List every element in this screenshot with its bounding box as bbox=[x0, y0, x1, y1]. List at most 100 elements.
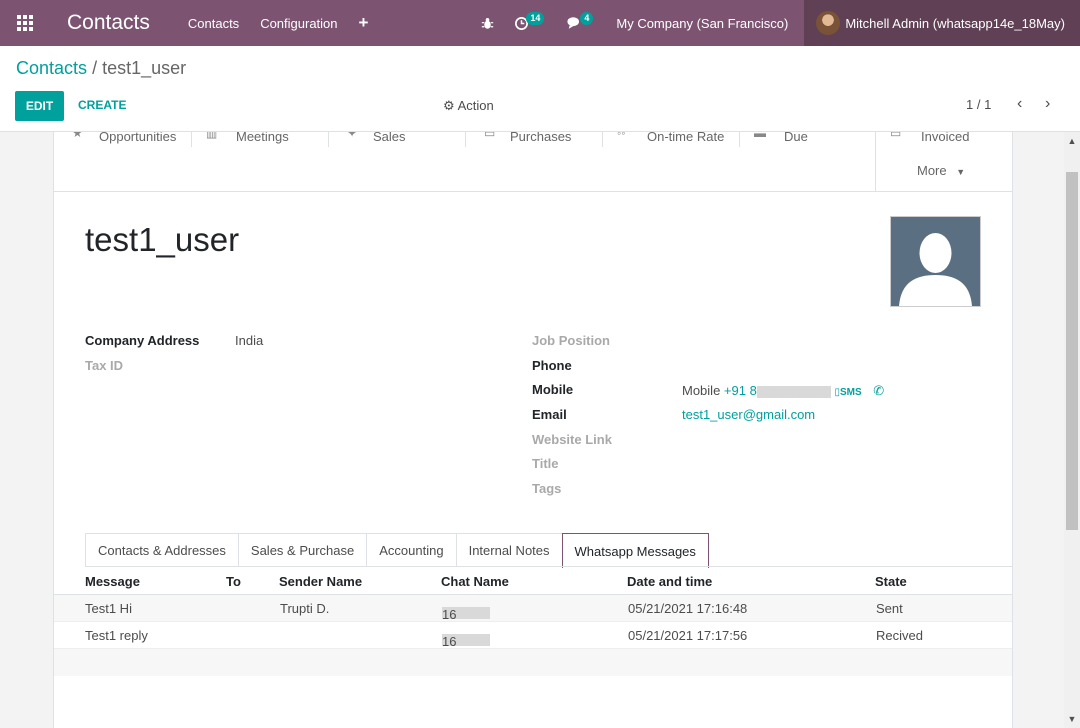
pager-value[interactable]: 1 / 1 bbox=[966, 97, 991, 112]
smart-button-label: Due bbox=[784, 132, 808, 144]
debug-bug-icon[interactable] bbox=[481, 17, 494, 30]
cell-state: Recived bbox=[876, 628, 923, 643]
smart-button-opportunities[interactable]: ★ Opportunities bbox=[68, 132, 192, 147]
breadcrumb-current: test1_user bbox=[102, 58, 187, 78]
messages-chat-icon[interactable]: 4 bbox=[567, 11, 596, 30]
more-dropdown-button[interactable]: More ▼ bbox=[917, 163, 965, 178]
pencil-square-icon: ▬ bbox=[754, 132, 766, 140]
truck-icon: ◦◦ bbox=[617, 132, 626, 140]
whatsapp-icon[interactable]: ✆ bbox=[873, 383, 884, 398]
chat-suffix: 16 bbox=[442, 634, 457, 649]
column-header-state[interactable]: State bbox=[875, 574, 907, 589]
invoice-icon: ▭ bbox=[890, 132, 902, 140]
form-scroll-area: ★ Opportunities ▥ Meetings ✦ Sales ▭ Pur… bbox=[0, 132, 1064, 728]
vertical-scrollbar[interactable]: ▲ ▼ bbox=[1064, 132, 1080, 728]
company-switcher[interactable]: My Company (San Francisco) bbox=[616, 16, 788, 31]
form-sheet: ★ Opportunities ▥ Meetings ✦ Sales ▭ Pur… bbox=[53, 132, 1013, 728]
smart-button-meetings[interactable]: ▥ Meetings bbox=[192, 132, 329, 147]
gear-icon: ⚙ bbox=[443, 98, 455, 113]
scroll-down-arrow-icon[interactable]: ▼ bbox=[1064, 710, 1080, 728]
table-empty-row bbox=[54, 649, 1012, 676]
mobile-label: Mobile bbox=[532, 382, 574, 397]
table-row[interactable]: Test1 reply +91 8216 05/21/2021 17:17:56… bbox=[54, 622, 1012, 649]
smart-button-invoiced[interactable]: Invoiced bbox=[921, 132, 969, 144]
breadcrumb: Contacts / test1_user bbox=[16, 58, 186, 79]
website-label: Website Link bbox=[532, 432, 612, 447]
column-header-to[interactable]: To bbox=[226, 574, 241, 589]
more-label: More bbox=[917, 163, 947, 178]
partner-avatar-placeholder[interactable] bbox=[890, 216, 981, 307]
smart-button-label: Sales bbox=[373, 132, 406, 144]
activity-count-badge: 14 bbox=[526, 11, 545, 25]
user-menu[interactable]: Mitchell Admin (whatsapp14e_18May) bbox=[804, 0, 1080, 46]
smart-button-label: On-time Rate bbox=[647, 132, 725, 144]
credit-card-icon: ▭ bbox=[484, 132, 496, 140]
mobile-prefix-text: Mobile bbox=[682, 383, 721, 398]
pager-next-chevron-right-icon[interactable]: › bbox=[1045, 95, 1050, 113]
title-label: Title bbox=[532, 456, 559, 471]
tags-label: Tags bbox=[532, 481, 562, 496]
control-panel: Contacts / test1_user EDIT CREATE ⚙ Acti… bbox=[0, 46, 1080, 132]
tab-accounting[interactable]: Accounting bbox=[366, 533, 457, 567]
star-icon: ★ bbox=[72, 132, 83, 140]
email-value-link[interactable]: test1_user@gmail.com bbox=[682, 407, 815, 422]
smart-button-purchases[interactable]: ▭ Purchases bbox=[466, 132, 603, 147]
apps-grid-icon bbox=[17, 15, 33, 31]
calendar-icon: ▥ bbox=[206, 132, 218, 140]
edit-button[interactable]: EDIT bbox=[15, 91, 64, 121]
user-avatar bbox=[816, 11, 841, 35]
column-header-chat-name[interactable]: Chat Name bbox=[441, 574, 509, 589]
tab-whatsapp-messages[interactable]: Whatsapp Messages bbox=[561, 533, 709, 568]
activity-clock-icon[interactable]: 14 bbox=[514, 11, 547, 31]
pager-previous-chevron-left-icon[interactable]: ‹ bbox=[1017, 95, 1022, 113]
app-brand[interactable]: Contacts bbox=[67, 11, 150, 35]
tab-internal-notes[interactable]: Internal Notes bbox=[455, 533, 563, 567]
sms-button[interactable]: ▯SMS bbox=[834, 387, 861, 398]
sms-label: SMS bbox=[839, 387, 862, 398]
systray: 14 4 My Company (San Francisco) Mitchell… bbox=[481, 0, 1080, 46]
phone-label: Phone bbox=[532, 358, 572, 373]
column-header-sender-name[interactable]: Sender Name bbox=[279, 574, 362, 589]
column-header-date-time[interactable]: Date and time bbox=[627, 574, 712, 589]
table-row[interactable]: Test1 Hi Trupti D. +91 8216 05/21/2021 1… bbox=[54, 595, 1012, 622]
table-header: Message To Sender Name Chat Name Date an… bbox=[54, 567, 1012, 595]
tab-sales-purchase[interactable]: Sales & Purchase bbox=[237, 533, 368, 567]
messages-count-badge: 4 bbox=[580, 11, 594, 25]
job-position-label: Job Position bbox=[532, 333, 610, 348]
partner-name-title: test1_user bbox=[85, 221, 240, 258]
redacted-block bbox=[756, 385, 831, 398]
tax-id-label: Tax ID bbox=[85, 358, 124, 373]
company-address-value[interactable]: India bbox=[235, 333, 263, 348]
cell-datetime: 05/21/2021 17:17:56 bbox=[628, 628, 748, 643]
smart-button-sales[interactable]: ✦ Sales bbox=[329, 132, 466, 147]
notebook-tabs: Contacts & Addresses Sales & Purchase Ac… bbox=[85, 533, 709, 568]
user-name: Mitchell Admin (whatsapp14e_18May) bbox=[845, 15, 1065, 31]
scroll-up-arrow-icon[interactable]: ▲ bbox=[1064, 132, 1080, 150]
action-dropdown[interactable]: ⚙ Action bbox=[443, 98, 494, 114]
smart-button-label: Meetings bbox=[236, 132, 289, 144]
email-label: Email bbox=[532, 407, 567, 422]
whatsapp-messages-table: Message To Sender Name Chat Name Date an… bbox=[54, 567, 1012, 676]
smart-button-on-time-rate[interactable]: ◦◦ On-time Rate bbox=[603, 132, 740, 147]
column-header-message[interactable]: Message bbox=[85, 574, 140, 589]
scrollbar-thumb[interactable] bbox=[1066, 172, 1078, 530]
cell-state: Sent bbox=[876, 601, 903, 616]
quick-create-plus-icon[interactable]: + bbox=[359, 13, 369, 33]
apps-menu-button[interactable] bbox=[0, 0, 50, 46]
mobile-number-link[interactable]: +91 8 bbox=[724, 383, 757, 398]
smart-button-label: Opportunities bbox=[99, 132, 177, 144]
breadcrumb-separator: / bbox=[92, 58, 98, 78]
caret-down-icon: ▼ bbox=[956, 167, 966, 177]
breadcrumb-contacts-link[interactable]: Contacts bbox=[16, 58, 87, 78]
menu-contacts[interactable]: Contacts bbox=[188, 16, 239, 31]
smart-button-due[interactable]: ▬ Due bbox=[740, 132, 875, 147]
cell-sender-name: Trupti D. bbox=[280, 601, 330, 616]
dollar-icon: ✦ bbox=[347, 132, 358, 140]
menu-configuration[interactable]: Configuration bbox=[260, 16, 337, 31]
person-silhouette-icon bbox=[891, 217, 980, 306]
create-button[interactable]: CREATE bbox=[78, 98, 126, 112]
smart-button-label: Purchases bbox=[510, 132, 572, 144]
action-label: Action bbox=[457, 98, 494, 113]
mobile-field[interactable]: Mobile +91 8 ▯SMS ✆ bbox=[682, 383, 884, 399]
tab-contacts-addresses[interactable]: Contacts & Addresses bbox=[85, 533, 239, 567]
